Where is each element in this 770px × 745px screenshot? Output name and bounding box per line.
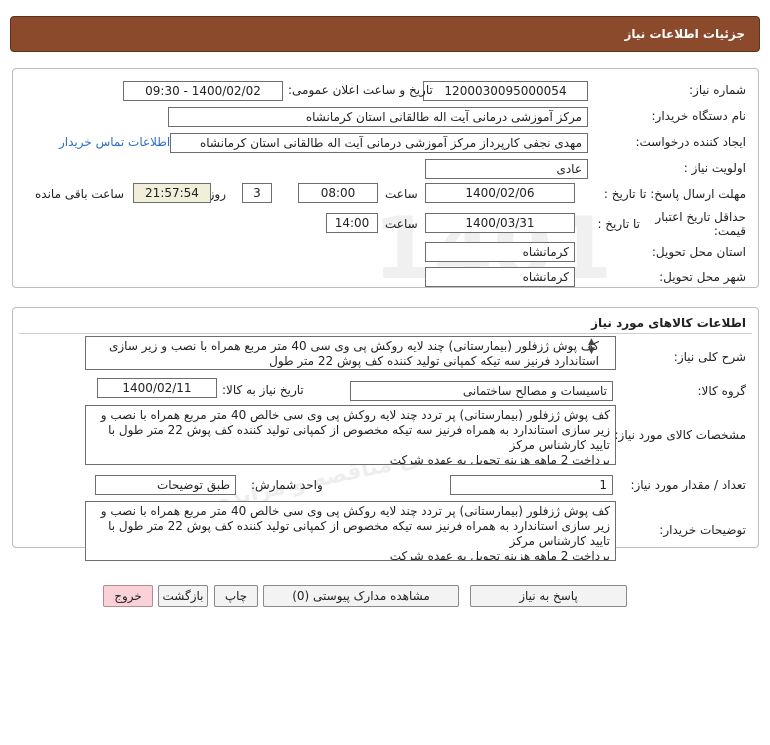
notes-field: کف پوش ژزفلور (بیمارستانی) پر تردد چند ل… [85, 501, 616, 561]
priority-field: عادی [425, 159, 588, 179]
need-number-label: شماره نیاز: [689, 83, 746, 97]
goods-section-title: اطلاعات کالاهای مورد نیاز [591, 316, 746, 330]
qty-label: تعداد / مقدار مورد نیاز: [630, 478, 746, 492]
scroll-arrows-icon: ▲ ▼ [588, 337, 595, 356]
qty-field: 1 [450, 475, 613, 495]
spec-field: کف پوش ژزفلور (بیمارستانی) پر تردد چند ل… [85, 405, 616, 465]
desc-label: شرح کلی نیاز: [673, 350, 746, 364]
creator-field: مهدی نجفی کارپرداز مرکز آموزشی درمانی آی… [170, 133, 588, 153]
province-field: کرمانشاه [425, 242, 575, 262]
group-field: تاسیسات و مصالح ساختمانی [350, 381, 613, 401]
attachments-button[interactable]: مشاهده مدارک پیوستی (0) [263, 585, 459, 607]
page-title: جزئیات اطلاعات نیاز [624, 27, 745, 41]
validity-label-2: قیمت: [713, 224, 746, 238]
need-date-field: 1400/02/11 [97, 378, 217, 398]
reply-button[interactable]: پاسخ به نیاز [470, 585, 627, 607]
page-header: جزئیات اطلاعات نیاز [10, 16, 760, 52]
deadline-label: مهلت ارسال پاسخ: تا تاریخ : [603, 187, 746, 201]
remaining-label: ساعت باقی مانده [35, 187, 125, 201]
goods-panel: پایگاه اطلاع رسانی مناقصه و مزایده اطلاع… [12, 307, 759, 561]
creator-label: ایجاد کننده درخواست: [635, 135, 746, 149]
deadline-date-field: 1400/02/06 [425, 183, 575, 203]
exit-button[interactable]: خروج [103, 585, 153, 607]
back-button[interactable]: بازگشت [158, 585, 208, 607]
validity-date-field: 1400/03/31 [425, 213, 575, 233]
city-label: شهر محل تحویل: [659, 270, 746, 284]
group-label: گروه کالا: [697, 384, 747, 398]
print-button[interactable]: چاپ [214, 585, 258, 607]
unit-field: طبق توضیحات [95, 475, 236, 495]
deadline-time-label: ساعت [385, 187, 418, 201]
buyer-contact-link[interactable]: اطلاعات تماس خریدار [59, 135, 170, 149]
announce-label: تاریخ و ساعت اعلان عمومی: [288, 83, 433, 97]
section-divider [19, 333, 752, 334]
buyer-label: نام دستگاه خریدار: [651, 109, 747, 123]
validity-time-field: 14:00 [326, 213, 378, 233]
unit-label: واحد شمارش: [251, 478, 323, 492]
province-label: استان محل تحویل: [651, 245, 746, 259]
priority-label: اولویت نیاز : [683, 161, 746, 175]
spec-label: مشخصات کالای مورد نیاز: [614, 428, 746, 442]
need-date-label: تاریخ نیاز به کالا: [222, 383, 304, 397]
announce-field: 1400/02/02 - 09:30 [123, 81, 283, 101]
remaining-days-field: 3 [242, 183, 272, 203]
need-number-field: 1200030095000054 [423, 81, 588, 101]
general-info-panel: 1401 شماره نیاز: 1200030095000054 تاریخ … [12, 68, 759, 299]
deadline-time-field: 08:00 [298, 183, 378, 203]
desc-field: کف پوش ژزفلور (بیمارستانی) چند لایه روکش… [85, 336, 616, 370]
buyer-field: مرکز آموزشی درمانی آیت اله طالقانی استان… [168, 107, 588, 127]
city-field: کرمانشاه [425, 267, 575, 287]
remaining-time-field: 21:57:54 [133, 183, 211, 203]
validity-time-label: ساعت [385, 217, 418, 231]
validity-label-1: حداقل تاریخ اعتبار [655, 210, 746, 224]
notes-label: توضیحات خریدار: [659, 523, 746, 537]
validity-until-label: تا تاریخ : [597, 217, 640, 231]
